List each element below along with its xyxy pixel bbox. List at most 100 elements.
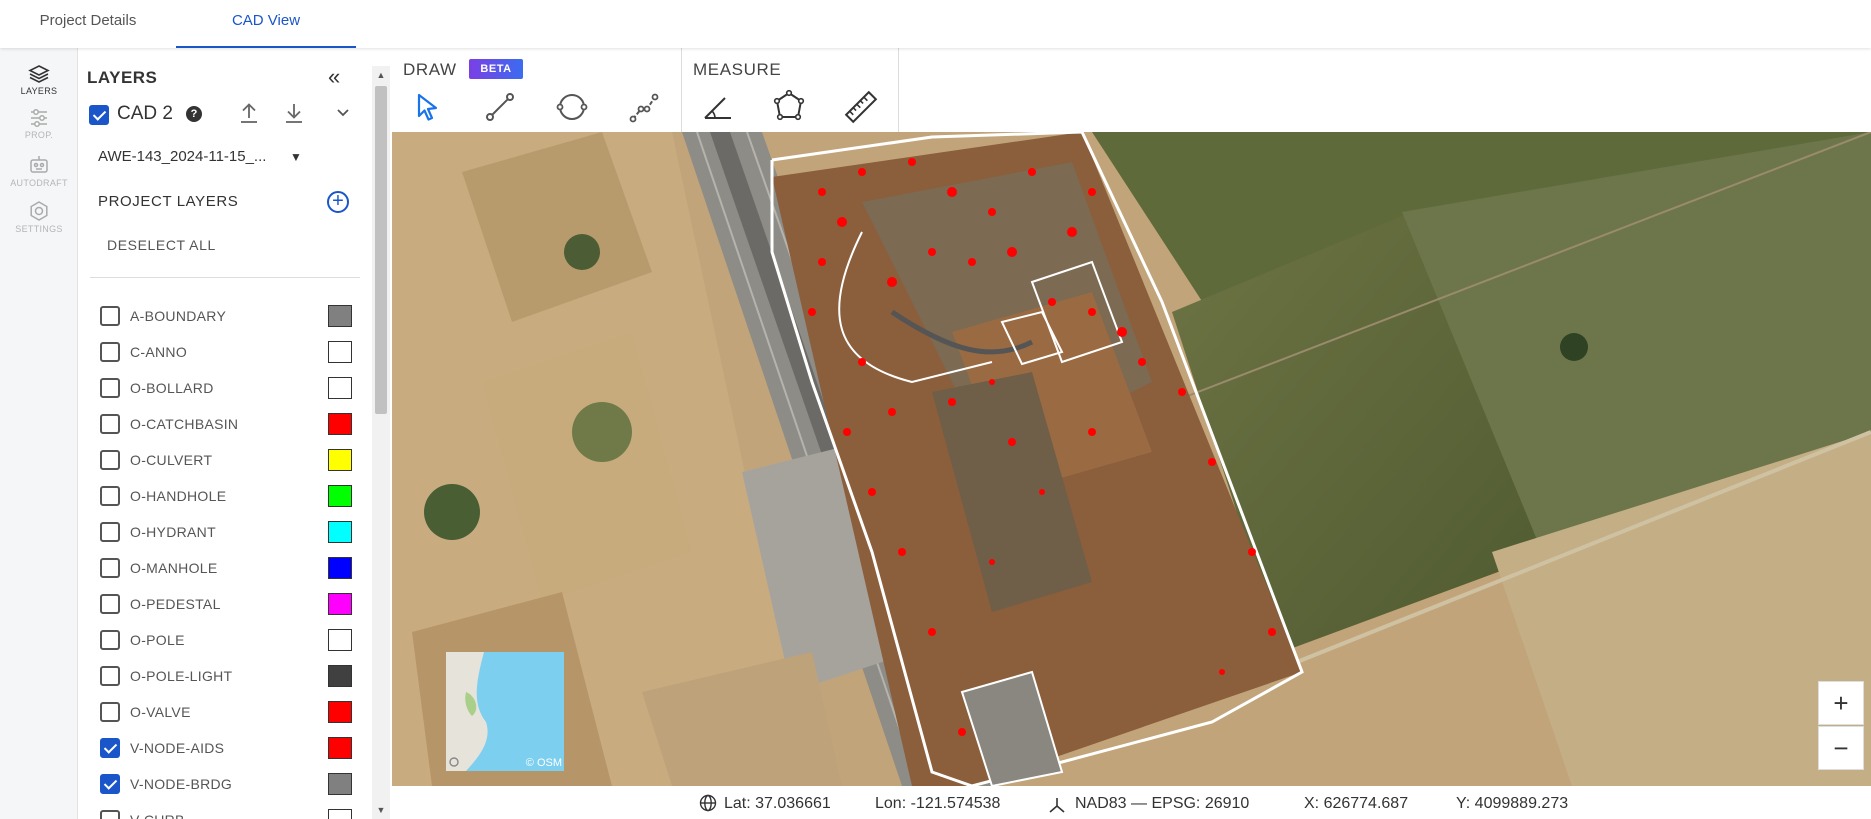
layer-name: O-BOLLARD — [130, 380, 214, 396]
layer-checkbox[interactable] — [100, 810, 120, 819]
polygon-area-icon — [773, 89, 805, 121]
layer-row[interactable]: V-CURB — [100, 806, 355, 819]
tab-cad-view[interactable]: CAD View — [176, 0, 356, 48]
layer-color-swatch[interactable] — [328, 629, 352, 651]
longitude-readout: Lon: -121.574538 — [875, 795, 1001, 812]
x-coordinate-readout: X: 626774.687 — [1304, 795, 1409, 812]
zoom-in-button[interactable]: + — [1818, 681, 1864, 725]
globe-icon — [699, 794, 717, 817]
layer-checkbox[interactable] — [100, 558, 120, 578]
top-tab-bar: Project Details CAD View — [0, 0, 1871, 48]
layer-row[interactable]: V-NODE-BRDG — [100, 770, 355, 798]
layer-color-swatch[interactable] — [328, 341, 352, 363]
layer-color-swatch[interactable] — [328, 701, 352, 723]
layer-name: O-CATCHBASIN — [130, 416, 239, 432]
scroll-down-arrow-icon[interactable]: ▼ — [372, 805, 390, 815]
layer-name: O-POLE-LIGHT — [130, 668, 233, 684]
layer-color-swatch[interactable] — [328, 809, 352, 819]
layer-color-swatch[interactable] — [328, 665, 352, 687]
layer-checkbox[interactable] — [100, 738, 120, 758]
layer-row[interactable]: V-NODE-AIDS — [100, 734, 355, 762]
layer-checkbox[interactable] — [100, 342, 120, 362]
polyline-tool-button[interactable] — [625, 88, 663, 126]
layer-row[interactable]: O-CULVERT — [100, 446, 355, 474]
line-tool-button[interactable] — [481, 88, 519, 126]
y-coordinate-readout: Y: 4099889.273 — [1456, 795, 1569, 812]
cad-map-view[interactable]: © OSM — [392, 132, 1871, 786]
layer-checkbox[interactable] — [100, 414, 120, 434]
toolbar-divider — [681, 48, 682, 132]
layer-row[interactable]: O-CATCHBASIN — [100, 410, 355, 438]
layer-checkbox[interactable] — [100, 702, 120, 722]
cursor-arrow-icon — [417, 93, 438, 121]
scroll-thumb[interactable] — [375, 86, 387, 414]
layer-color-swatch[interactable] — [328, 413, 352, 435]
layer-color-swatch[interactable] — [328, 449, 352, 471]
latitude-readout: Lat: 37.036661 — [724, 795, 831, 812]
layer-checkbox[interactable] — [100, 774, 120, 794]
layer-row[interactable]: O-VALVE — [100, 698, 355, 726]
layer-name: C-ANNO — [130, 344, 188, 360]
measure-angle-tool-button[interactable] — [699, 88, 737, 126]
beta-badge: BETA — [469, 59, 523, 79]
layer-name: A-BOUNDARY — [130, 308, 227, 324]
layer-row[interactable]: O-POLE-LIGHT — [100, 662, 355, 690]
layer-color-swatch[interactable] — [328, 593, 352, 615]
measure-label: MEASURE — [693, 60, 782, 79]
select-tool-button[interactable] — [409, 88, 447, 126]
layer-name: V-NODE-BRDG — [130, 776, 233, 792]
draw-label: DRAW — [403, 60, 457, 79]
layer-color-swatch[interactable] — [328, 557, 352, 579]
layer-name: O-CULVERT — [130, 452, 213, 468]
ruler-icon — [844, 90, 878, 124]
layer-name: O-PEDESTAL — [130, 596, 221, 612]
layer-color-swatch[interactable] — [328, 305, 352, 327]
layer-checkbox[interactable] — [100, 594, 120, 614]
angle-icon — [704, 97, 731, 119]
layer-name: O-POLE — [130, 632, 185, 648]
scroll-up-arrow-icon[interactable]: ▲ — [372, 70, 390, 80]
layer-color-swatch[interactable] — [328, 521, 352, 543]
layer-row[interactable]: C-ANNO — [100, 338, 355, 366]
axes-icon — [1047, 796, 1067, 819]
tab-project-details[interactable]: Project Details — [0, 0, 176, 48]
layer-checkbox[interactable] — [100, 450, 120, 470]
map-attribution: © OSM — [525, 757, 562, 769]
layer-row[interactable]: O-PEDESTAL — [100, 590, 355, 618]
layer-row[interactable]: O-HANDHOLE — [100, 482, 355, 510]
coordinate-status-bar: Lat: 37.036661 Lon: -121.574538 NAD83 — … — [392, 786, 1871, 819]
layer-row[interactable]: O-HYDRANT — [100, 518, 355, 546]
measure-area-tool-button[interactable] — [770, 88, 808, 126]
layer-color-swatch[interactable] — [328, 377, 352, 399]
layer-checkbox[interactable] — [100, 522, 120, 542]
panel-scrollbar[interactable]: ▲ ▼ — [372, 66, 390, 819]
layer-checkbox[interactable] — [100, 378, 120, 398]
layer-color-swatch[interactable] — [328, 773, 352, 795]
layer-row[interactable]: O-BOLLARD — [100, 374, 355, 402]
layer-name: V-NODE-AIDS — [130, 740, 225, 756]
layer-checkbox[interactable] — [100, 486, 120, 506]
layer-row[interactable]: O-MANHOLE — [100, 554, 355, 582]
layer-name: O-MANHOLE — [130, 560, 218, 576]
zoom-out-button[interactable]: − — [1818, 726, 1864, 770]
layer-row[interactable]: A-BOUNDARY — [100, 302, 355, 330]
layer-color-swatch[interactable] — [328, 485, 352, 507]
circle-icon — [556, 94, 588, 120]
line-icon — [486, 93, 514, 121]
layer-list: A-BOUNDARY C-ANNO O-BOLLARD O-CATCHBASIN O-C… — [0, 0, 372, 819]
overview-minimap[interactable]: © OSM — [446, 652, 564, 771]
layer-checkbox[interactable] — [100, 306, 120, 326]
draw-toolbar — [392, 48, 1871, 132]
layer-name: O-HANDHOLE — [130, 488, 227, 504]
layer-checkbox[interactable] — [100, 630, 120, 650]
layer-name: V-CURB — [130, 812, 185, 819]
layer-row[interactable]: O-POLE — [100, 626, 355, 654]
toolbar-divider-end — [898, 48, 899, 132]
aerial-imagery — [392, 132, 1871, 786]
measure-distance-tool-button[interactable] — [842, 88, 880, 126]
layer-name: O-HYDRANT — [130, 524, 216, 540]
layer-checkbox[interactable] — [100, 666, 120, 686]
circle-tool-button[interactable] — [553, 88, 591, 126]
layer-name: O-VALVE — [130, 704, 191, 720]
layer-color-swatch[interactable] — [328, 737, 352, 759]
